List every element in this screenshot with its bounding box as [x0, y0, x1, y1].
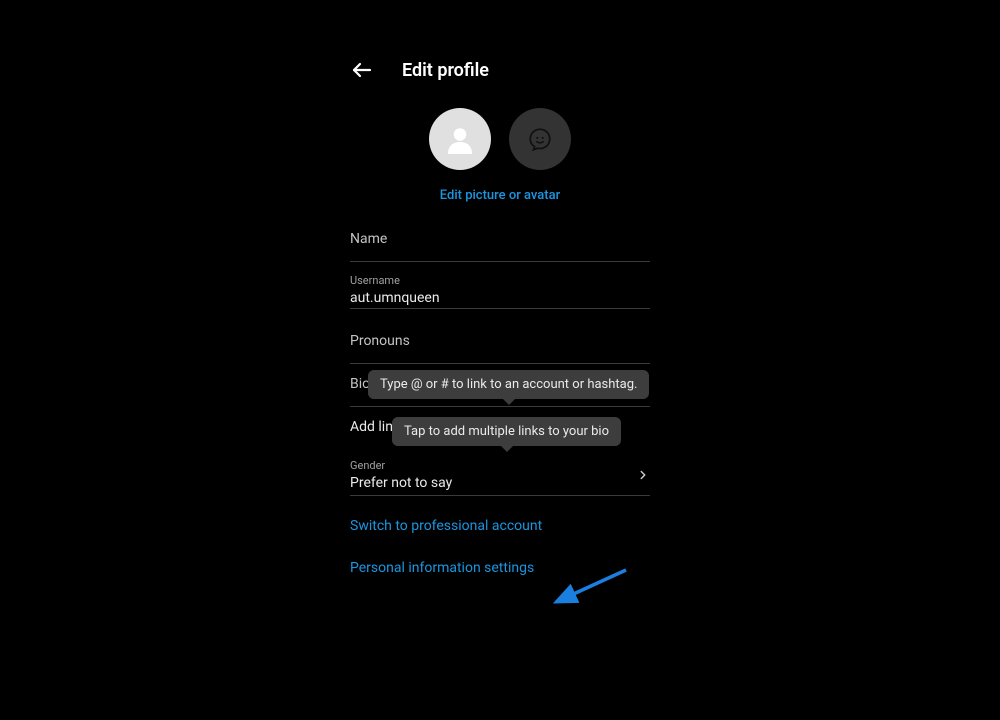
link-hint-tooltip: Tap to add multiple links to your bio	[392, 417, 621, 446]
page-title: Edit profile	[402, 60, 489, 81]
pronouns-label: Pronouns	[350, 333, 650, 355]
username-value: aut.umnqueen	[350, 290, 650, 306]
username-label: Username	[350, 274, 650, 287]
username-field[interactable]: Username aut.umnqueen	[350, 274, 650, 309]
back-arrow-icon[interactable]	[350, 58, 374, 82]
person-icon	[442, 121, 478, 157]
avatar-face-icon	[527, 126, 553, 152]
avatar-row	[350, 108, 650, 170]
gender-label: Gender	[350, 459, 452, 472]
avatar-option[interactable]	[509, 108, 571, 170]
personal-info-settings-link[interactable]: Personal information settings	[350, 550, 650, 586]
bio-hint-tooltip: Type @ or # to link to an account or has…	[368, 370, 649, 399]
pronouns-field[interactable]: Pronouns	[350, 333, 650, 364]
chevron-right-icon	[636, 468, 650, 482]
gender-value: Prefer not to say	[350, 475, 452, 491]
gender-field[interactable]: Gender Prefer not to say	[350, 459, 650, 496]
switch-professional-link[interactable]: Switch to professional account	[350, 508, 650, 544]
name-field[interactable]: Name	[350, 231, 650, 262]
profile-picture[interactable]	[429, 108, 491, 170]
edit-picture-link[interactable]: Edit picture or avatar	[350, 188, 650, 203]
header: Edit profile	[350, 58, 650, 82]
name-label: Name	[350, 231, 650, 253]
